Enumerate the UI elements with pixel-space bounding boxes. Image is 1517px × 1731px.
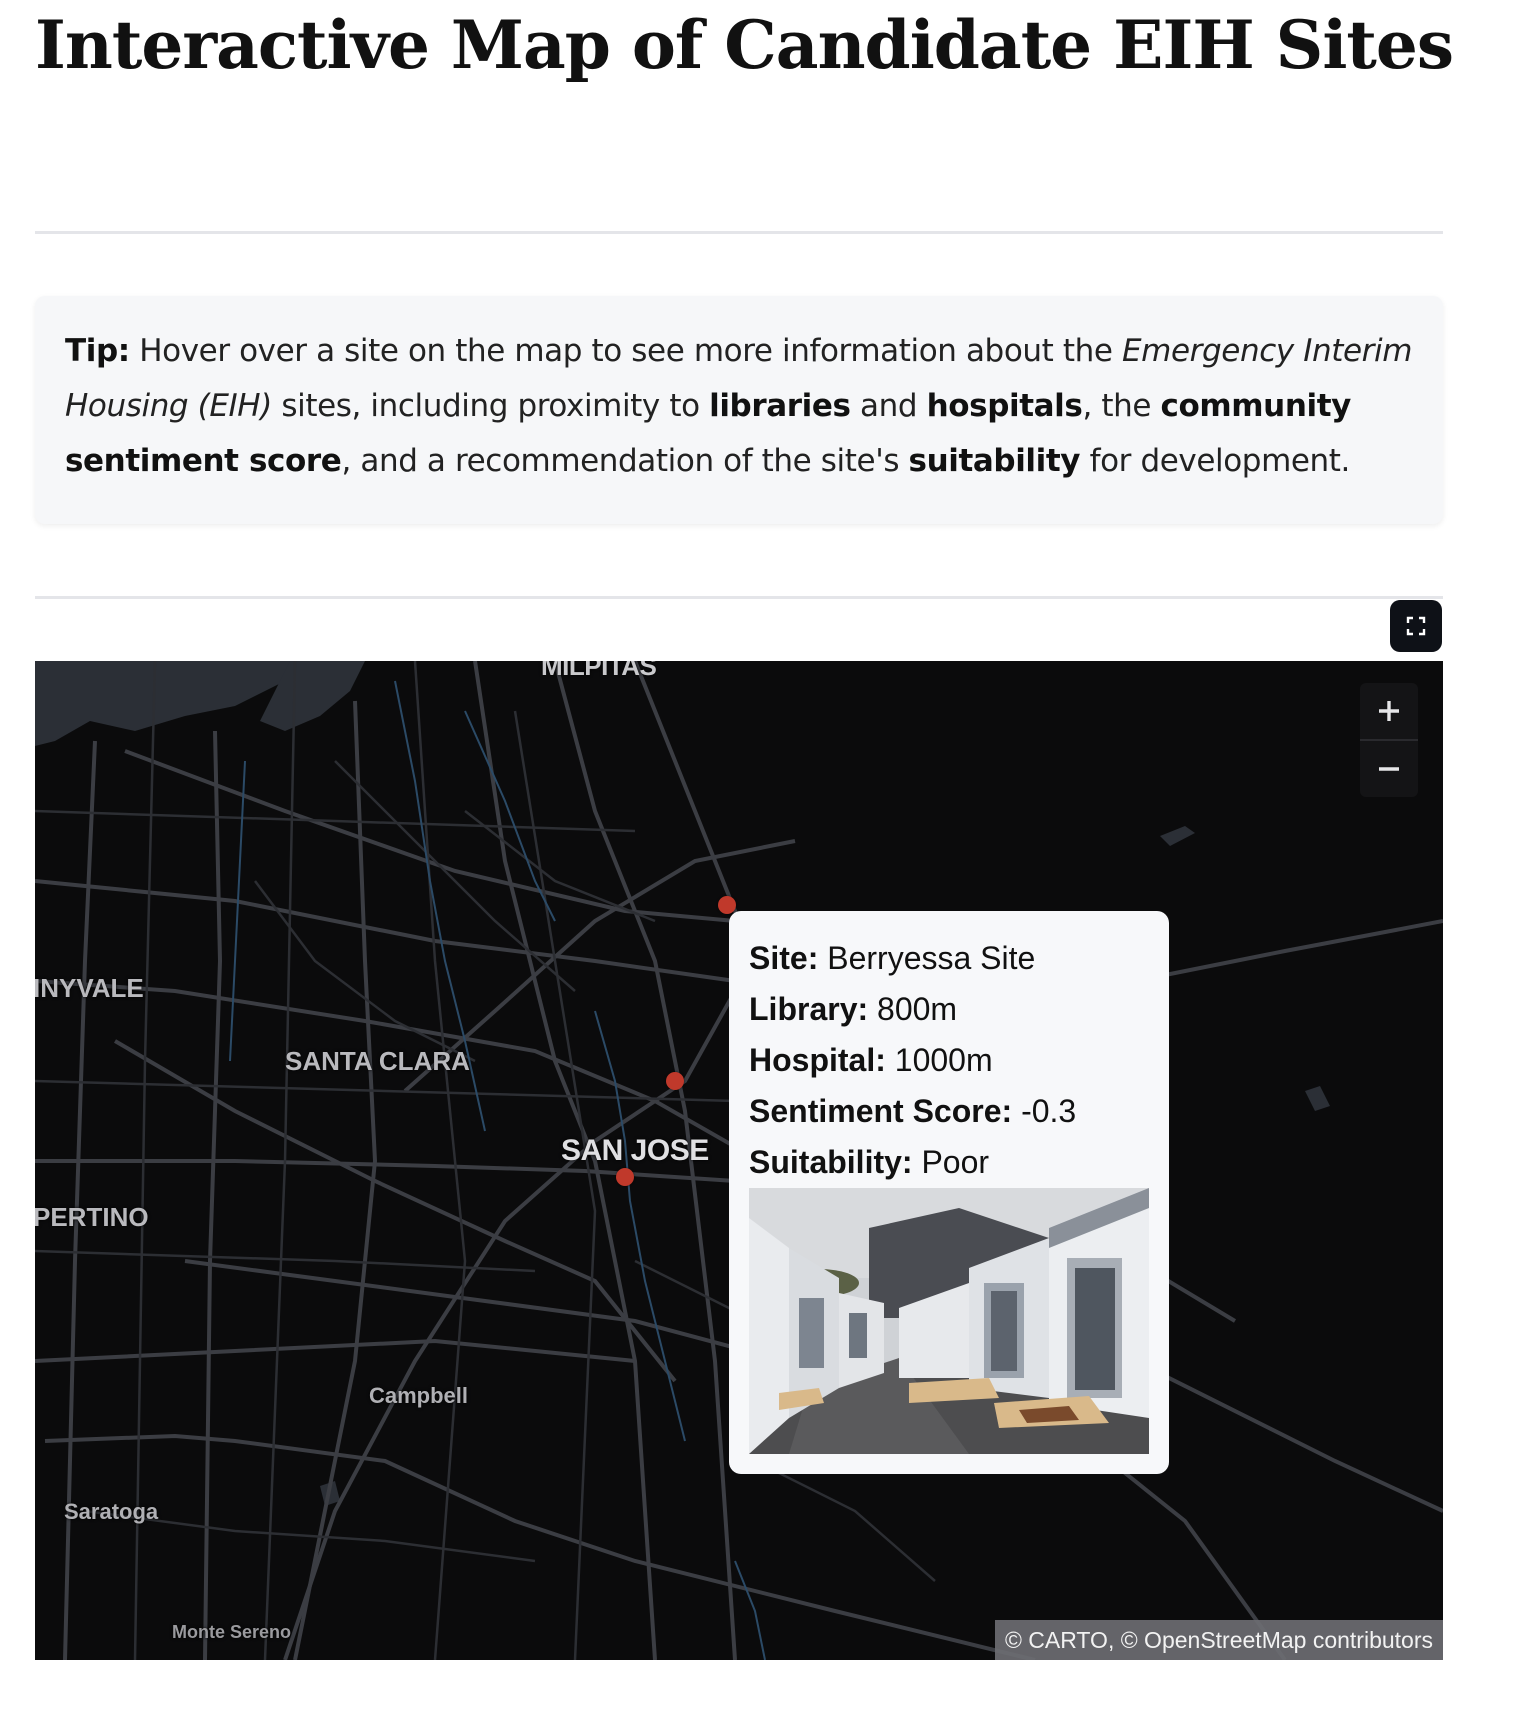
tip-text-1: Hover over a site on the map to see more…	[129, 333, 1122, 369]
tip-suitability: suitability	[908, 443, 1081, 479]
site-marker[interactable]	[666, 1072, 684, 1090]
tip-callout: Tip: Hover over a site on the map to see…	[35, 296, 1443, 524]
zoom-in-button[interactable]	[1360, 683, 1418, 739]
site-marker[interactable]	[616, 1168, 634, 1186]
tip-text-6: for development.	[1080, 443, 1351, 479]
tip-libraries: libraries	[709, 388, 851, 424]
tooltip-sentiment-label: Sentiment Score:	[749, 1093, 1013, 1129]
tooltip-site-label: Site:	[749, 940, 819, 976]
tooltip-hospital-row: Hospital: 1000m	[749, 1035, 1149, 1086]
tooltip-suitability-value: Poor	[912, 1144, 990, 1180]
fullscreen-icon	[1406, 616, 1426, 636]
tooltip-site-value: Berryessa Site	[818, 940, 1036, 976]
tip-label: Tip:	[65, 333, 130, 369]
zoom-out-button[interactable]	[1360, 741, 1418, 797]
map-label-campbell: Campbell	[369, 1383, 469, 1408]
divider-top	[35, 231, 1443, 234]
tooltip-sentiment-value: -0.3	[1012, 1093, 1077, 1129]
tooltip-library-row: Library: 800m	[749, 984, 1149, 1035]
site-photo	[749, 1188, 1149, 1454]
map-label-santa-clara: SANTA CLARA	[285, 1046, 470, 1076]
minus-icon	[1379, 767, 1399, 771]
fullscreen-button[interactable]	[1390, 600, 1442, 652]
tip-hospitals: hospitals	[926, 388, 1083, 424]
tip-text-2: sites, including proximity to	[271, 388, 710, 424]
map-attribution[interactable]: © CARTO, © OpenStreetMap contributors	[994, 1620, 1443, 1660]
map-label-milpitas: MILPITAS	[541, 661, 657, 681]
tip-text-4: , the	[1082, 388, 1161, 424]
site-tooltip: Site: Berryessa Site Library: 800m Hospi…	[729, 911, 1169, 1474]
tooltip-library-value: 800m	[868, 991, 958, 1027]
site-marker-berryessa[interactable]	[718, 896, 736, 914]
map-label-saratoga: Saratoga	[64, 1499, 159, 1524]
map-label-san-jose: SAN JOSE	[561, 1134, 709, 1167]
map-label-sunnyvale: INYVALE	[35, 973, 144, 1003]
map-label-cupertino: PERTINO	[35, 1202, 149, 1232]
tooltip-hospital-value: 1000m	[885, 1042, 993, 1078]
map-label-monte-sereno: Monte Sereno	[172, 1622, 292, 1642]
tooltip-site-row: Site: Berryessa Site	[749, 933, 1149, 984]
divider-bottom	[35, 596, 1443, 599]
tooltip-sentiment-row: Sentiment Score: -0.3	[749, 1086, 1149, 1137]
tip-text-3: and	[850, 388, 927, 424]
tip-text-5: , and a recommendation of the site's	[341, 443, 909, 479]
tooltip-suitability-label: Suitability:	[749, 1144, 913, 1180]
plus-icon	[1379, 701, 1399, 721]
zoom-control	[1360, 683, 1418, 797]
page-title: Interactive Map of Candidate EIH Sites	[35, 6, 1454, 84]
tooltip-suitability-row: Suitability: Poor	[749, 1137, 1149, 1188]
tooltip-library-label: Library:	[749, 991, 869, 1027]
tooltip-hospital-label: Hospital:	[749, 1042, 886, 1078]
map-canvas[interactable]: MILPITAS INYVALE SANTA CLARA SAN JOSE PE…	[35, 661, 1443, 1660]
